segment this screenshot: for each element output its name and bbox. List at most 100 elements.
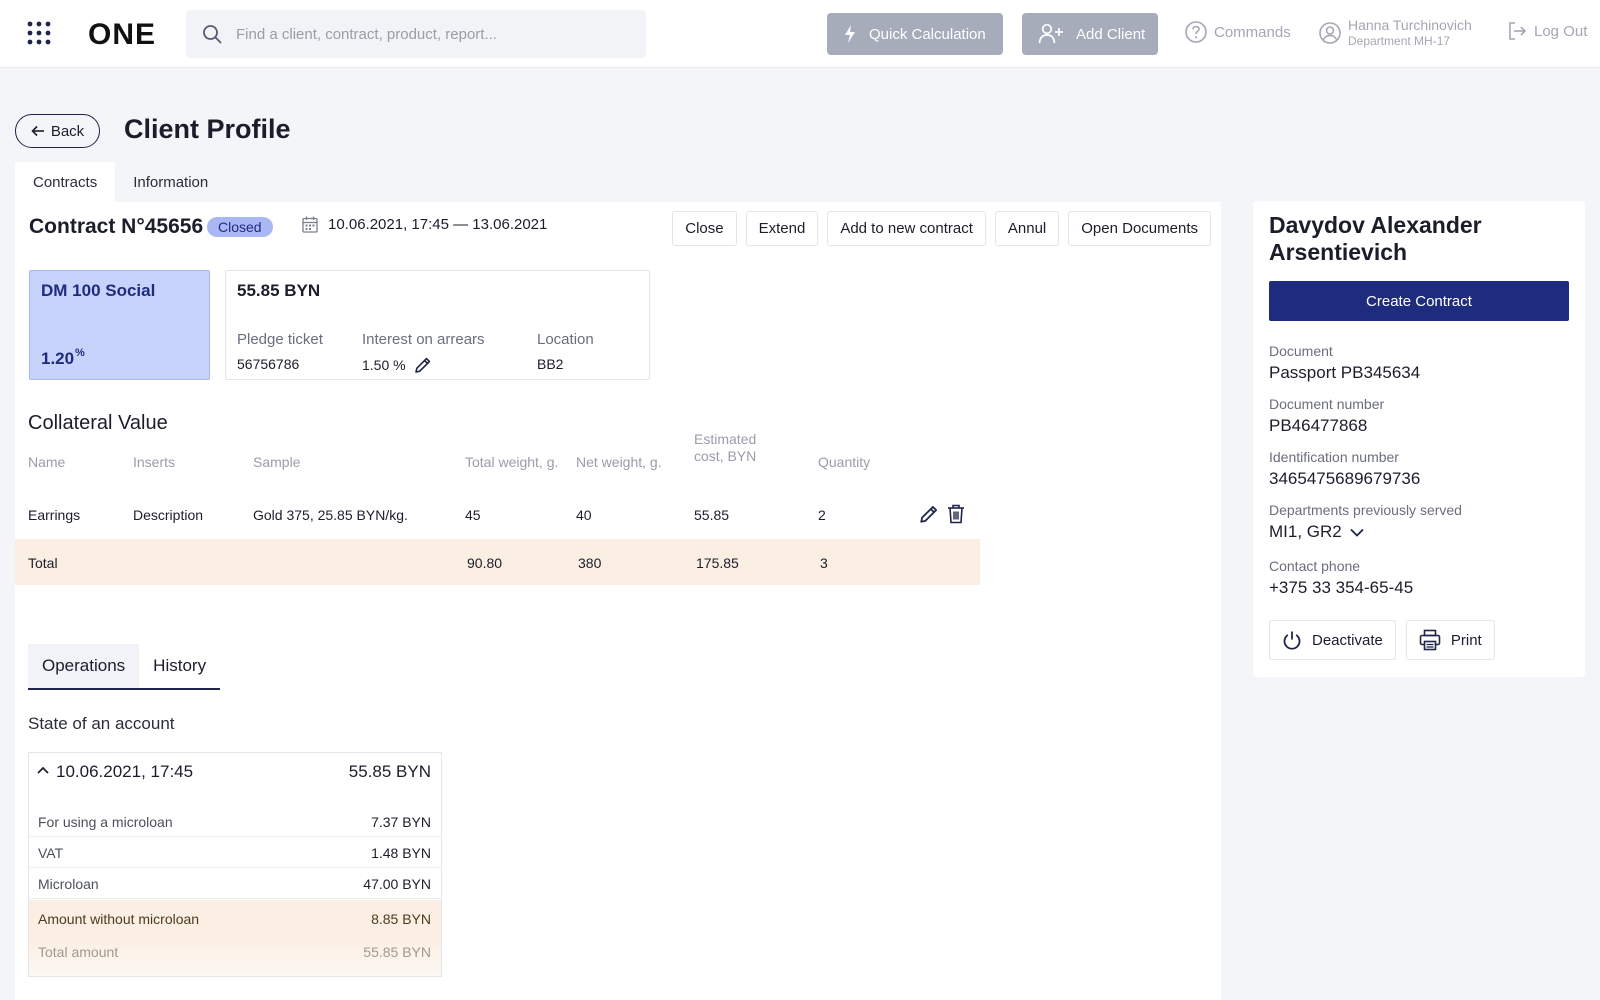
add-client-label: Add Client bbox=[1076, 25, 1146, 43]
line-value: 47.00 BYN bbox=[363, 876, 431, 892]
contract-title: Contract N°45656 bbox=[29, 215, 204, 238]
location-field: Location BB2 bbox=[537, 331, 594, 372]
departments-field: Departments previously served MI1, GR2 bbox=[1269, 502, 1462, 542]
interest-value: 1.50 % bbox=[362, 357, 406, 373]
status-badge: Closed bbox=[207, 217, 273, 237]
pledge-ticket-label: Pledge ticket bbox=[237, 331, 323, 348]
apps-grid-icon[interactable] bbox=[26, 20, 54, 48]
contract-actions: Close Extend Add to new contract Annul O… bbox=[672, 211, 1211, 246]
trash-icon[interactable] bbox=[947, 504, 965, 524]
col-sample: Sample bbox=[253, 454, 301, 470]
interest-field: Interest on arrears 1.50 % bbox=[362, 331, 485, 374]
logout-link[interactable]: Log Out bbox=[1506, 20, 1587, 42]
user-menu[interactable]: Hanna Turchinovich Department MH-17 bbox=[1318, 17, 1472, 48]
col-cost: cost, BYN bbox=[694, 448, 757, 464]
row-actions bbox=[919, 504, 965, 524]
line-value: 8.85 BYN bbox=[371, 911, 431, 927]
tab-information[interactable]: Information bbox=[115, 162, 226, 202]
client-name: Davydov Alexander Arsentievich bbox=[1269, 212, 1482, 265]
profile-tabs: Contracts Information bbox=[15, 162, 226, 202]
total-weight: 90.80 bbox=[467, 555, 503, 571]
client-actions: Deactivate Print bbox=[1269, 620, 1495, 660]
cell-name: Earrings bbox=[28, 507, 81, 523]
deactivate-button[interactable]: Deactivate bbox=[1269, 620, 1396, 660]
help-icon bbox=[1184, 20, 1214, 44]
contract-dates: 10.06.2021, 17:45 — 13.06.2021 bbox=[302, 216, 547, 233]
cell-cost: 55.85 bbox=[694, 507, 730, 523]
chevron-down-icon[interactable] bbox=[1342, 528, 1364, 537]
user-name: Hanna Turchinovich bbox=[1348, 17, 1472, 33]
identification-number-label: Identification number bbox=[1269, 449, 1399, 465]
total-cost: 175.85 bbox=[696, 555, 739, 571]
commands-link[interactable]: Commands bbox=[1184, 20, 1291, 44]
back-label: Back bbox=[50, 122, 85, 140]
print-button[interactable]: Print bbox=[1405, 620, 1495, 660]
contact-phone-label: Contact phone bbox=[1269, 558, 1361, 574]
calendar-icon bbox=[302, 216, 328, 233]
close-contract-button[interactable]: Close bbox=[672, 211, 737, 246]
add-to-new-contract-button[interactable]: Add to new contract bbox=[827, 211, 986, 246]
logout-label: Log Out bbox=[1534, 22, 1588, 40]
cell-inserts: Description bbox=[133, 507, 204, 523]
tab-contracts[interactable]: Contracts bbox=[15, 162, 116, 202]
client-card: Davydov Alexander Arsentievich Create Co… bbox=[1253, 201, 1585, 677]
table-total-row: Total 90.80 380 175.85 3 bbox=[15, 539, 980, 585]
list-item: Amount without microloan 8.85 BYN bbox=[29, 900, 441, 936]
col-name: Name bbox=[28, 454, 66, 470]
total-label: Total bbox=[28, 555, 58, 571]
account-entry-amount: 55.85 BYN bbox=[348, 762, 431, 781]
add-user-icon bbox=[1022, 23, 1076, 45]
departments-value-wrap[interactable]: MI1, GR2 bbox=[1269, 522, 1462, 542]
departments-value: MI1, GR2 bbox=[1269, 522, 1342, 541]
user-icon bbox=[1318, 21, 1348, 45]
line-label: VAT bbox=[38, 845, 64, 861]
add-client-button[interactable]: Add Client bbox=[1022, 13, 1158, 55]
table-row[interactable]: Earrings Description Gold 375, 25.85 BYN… bbox=[15, 494, 980, 536]
state-of-account-title: State of an account bbox=[28, 714, 175, 733]
line-value: 1.48 BYN bbox=[371, 845, 431, 861]
interest-value-wrap: 1.50 % bbox=[362, 356, 485, 374]
pencil-icon[interactable] bbox=[406, 356, 432, 374]
search-input[interactable] bbox=[236, 10, 636, 58]
quick-calculation-button[interactable]: Quick Calculation bbox=[827, 13, 1003, 55]
contact-phone-field: Contact phone +375 33 354-65-45 bbox=[1269, 558, 1413, 598]
tab-history[interactable]: History bbox=[139, 644, 220, 688]
quick-calculation-label: Quick Calculation bbox=[869, 25, 986, 43]
page-title: Client Profile bbox=[124, 114, 291, 144]
contract-summary: 55.85 BYN Pledge ticket 56756786 Interes… bbox=[225, 270, 650, 380]
printer-icon bbox=[1419, 629, 1451, 651]
document-number-field: Document number PB46477868 bbox=[1269, 396, 1384, 436]
departments-label: Departments previously served bbox=[1269, 502, 1462, 518]
cell-sample: Gold 375, 25.85 BYN/kg. bbox=[253, 507, 408, 523]
contract-amount: 55.85 BYN bbox=[237, 281, 321, 300]
pledge-ticket-value: 56756786 bbox=[237, 356, 300, 372]
global-search bbox=[186, 10, 646, 58]
extend-button[interactable]: Extend bbox=[745, 211, 819, 246]
deactivate-label: Deactivate bbox=[1312, 631, 1383, 649]
back-button[interactable]: Back bbox=[15, 114, 100, 148]
open-documents-button[interactable]: Open Documents bbox=[1068, 211, 1211, 246]
col-net-weight: Net weight, g. bbox=[576, 454, 662, 470]
print-label: Print bbox=[1450, 631, 1482, 649]
contact-phone-value: +375 33 354-65-45 bbox=[1269, 578, 1414, 597]
app-logo[interactable]: ONE bbox=[88, 18, 156, 52]
pencil-icon[interactable] bbox=[919, 504, 939, 524]
col-estimated: Estimated bbox=[694, 431, 757, 447]
cell-net-weight: 40 bbox=[576, 507, 592, 523]
account-entry: 10.06.2021, 17:45 55.85 BYN For using a … bbox=[28, 752, 442, 977]
create-contract-button[interactable]: Create Contract bbox=[1269, 281, 1569, 321]
product-card[interactable]: DM 100 Social 1.20 % bbox=[29, 270, 210, 380]
search-icon bbox=[202, 24, 222, 44]
collateral-title: Collateral Value bbox=[28, 412, 168, 434]
annul-button[interactable]: Annul bbox=[994, 211, 1060, 246]
location-label: Location bbox=[537, 331, 594, 348]
list-item: Microloan 47.00 BYN bbox=[29, 868, 441, 899]
line-label: For using a microloan bbox=[38, 814, 173, 830]
document-number-label: Document number bbox=[1269, 396, 1385, 412]
product-name: DM 100 Social bbox=[41, 281, 156, 300]
line-label: Total amount bbox=[38, 944, 119, 960]
document-label: Document bbox=[1269, 343, 1333, 359]
product-rate-unit: % bbox=[75, 347, 85, 359]
tab-operations[interactable]: Operations bbox=[28, 644, 140, 688]
account-entry-header[interactable]: 10.06.2021, 17:45 55.85 BYN bbox=[29, 753, 441, 791]
